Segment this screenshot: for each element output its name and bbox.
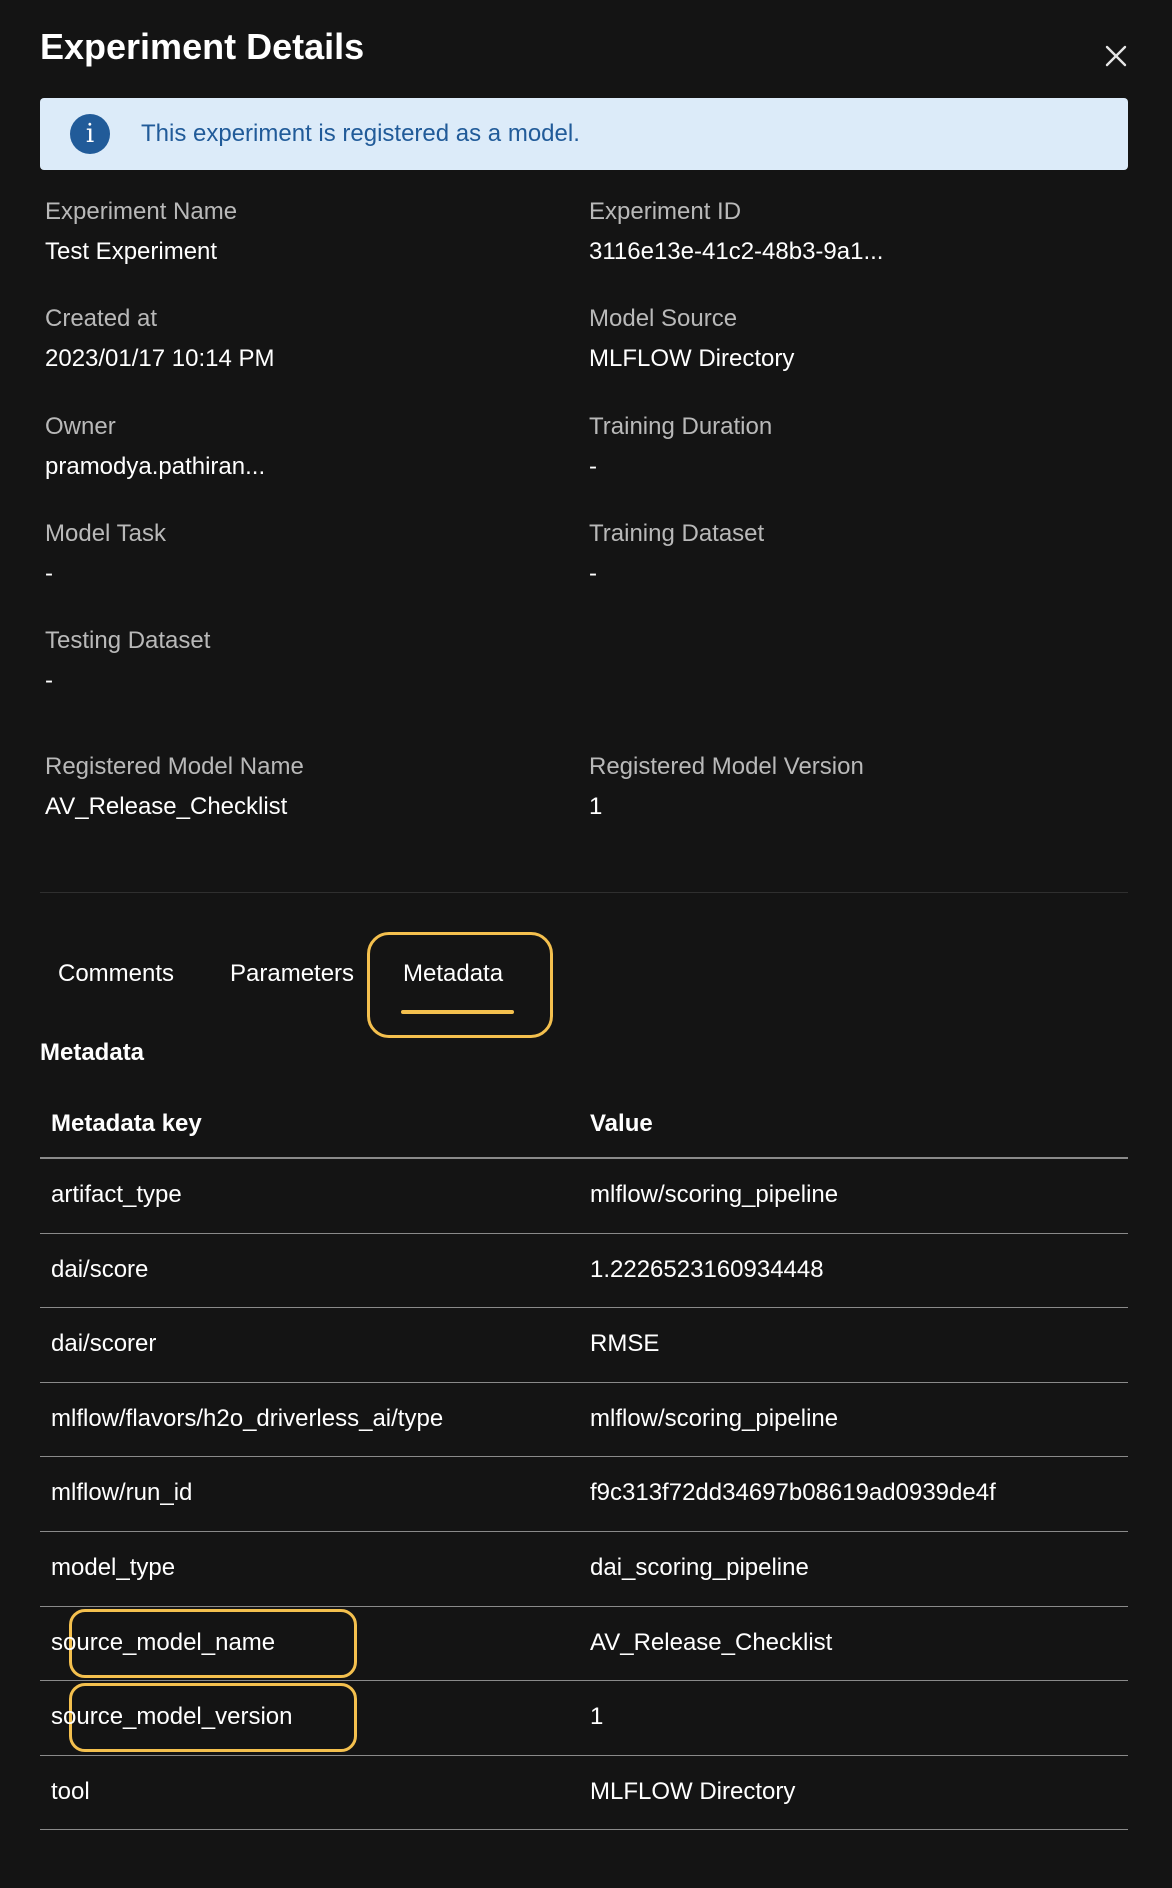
metadata-value-cell: 1 bbox=[590, 1703, 604, 1731]
model-source-label: Model Source bbox=[589, 305, 738, 332]
section-divider bbox=[40, 892, 1128, 893]
metadata-value-cell: AV_Release_Checklist bbox=[590, 1628, 833, 1656]
registered-model-version-value: 1 bbox=[589, 793, 603, 820]
metadata-table: Metadata key Value artifact_type mlflow/… bbox=[40, 1086, 1128, 1831]
training-dataset-value: - bbox=[589, 560, 597, 587]
registered-model-name-value: AV_Release_Checklist bbox=[45, 793, 288, 820]
metadata-value-cell: 1.2226523160934448 bbox=[590, 1255, 824, 1283]
metadata-value-cell: RMSE bbox=[590, 1330, 660, 1358]
testing-dataset-label: Testing Dataset bbox=[45, 627, 211, 654]
active-tab-indicator bbox=[401, 1010, 514, 1014]
metadata-key-cell: tool bbox=[51, 1777, 90, 1805]
table-row: tool MLFLOW Directory bbox=[40, 1756, 1128, 1831]
tab-comments[interactable]: Comments bbox=[58, 960, 174, 988]
table-row: model_type dai_scoring_pipeline bbox=[40, 1532, 1128, 1607]
owner-label: Owner bbox=[45, 413, 116, 440]
metadata-key-cell: source_model_name bbox=[51, 1628, 276, 1656]
metadata-key-cell: model_type bbox=[51, 1553, 176, 1581]
registered-model-version-label: Registered Model Version bbox=[589, 753, 864, 780]
table-row: dai/scorer RMSE bbox=[40, 1308, 1128, 1383]
created-at-value: 2023/01/17 10:14 PM bbox=[45, 345, 275, 372]
metadata-key-cell: dai/score bbox=[51, 1255, 149, 1283]
experiment-name-value: Test Experiment bbox=[45, 238, 218, 265]
training-duration-value: - bbox=[589, 453, 597, 480]
table-row: artifact_type mlflow/scoring_pipeline bbox=[40, 1159, 1128, 1234]
info-banner: i This experiment is registered as a mod… bbox=[40, 98, 1128, 170]
dialog-title: Experiment Details bbox=[40, 26, 365, 67]
experiment-name-label: Experiment Name bbox=[45, 198, 238, 225]
owner-value: pramodya.pathiran... bbox=[45, 453, 266, 480]
table-header-row: Metadata key Value bbox=[40, 1086, 1128, 1159]
metadata-section-title: Metadata bbox=[40, 1039, 145, 1066]
metadata-value-cell: MLFLOW Directory bbox=[590, 1777, 796, 1805]
tab-parameters[interactable]: Parameters bbox=[230, 960, 354, 988]
metadata-key-cell: source_model_version bbox=[51, 1703, 293, 1731]
info-icon: i bbox=[70, 114, 110, 154]
table-row: mlflow/flavors/h2o_driverless_ai/type ml… bbox=[40, 1383, 1128, 1458]
metadata-value-cell: mlflow/scoring_pipeline bbox=[590, 1181, 839, 1208]
metadata-value-cell: dai_scoring_pipeline bbox=[590, 1553, 809, 1581]
info-banner-text: This experiment is registered as a model… bbox=[141, 120, 580, 147]
training-duration-label: Training Duration bbox=[589, 413, 773, 440]
close-icon bbox=[1105, 45, 1127, 67]
metadata-value-cell: mlflow/scoring_pipeline bbox=[590, 1404, 839, 1432]
metadata-key-cell: dai/scorer bbox=[51, 1330, 157, 1358]
metadata-value-cell: f9c313f72dd34697b08619ad0939de4f bbox=[590, 1479, 996, 1507]
experiment-id-value: 3116e13e-41c2-48b3-9a1... bbox=[589, 238, 884, 265]
metadata-key-cell: artifact_type bbox=[51, 1181, 182, 1208]
tab-metadata[interactable]: Metadata bbox=[403, 960, 503, 988]
experiment-id-label: Experiment ID bbox=[589, 198, 742, 225]
column-header-value: Value bbox=[590, 1110, 653, 1137]
registered-model-name-label: Registered Model Name bbox=[45, 753, 304, 780]
experiment-details-panel: Experiment Details i This experiment is … bbox=[0, 0, 1172, 1888]
model-source-value: MLFLOW Directory bbox=[589, 345, 795, 372]
column-header-metadata-key: Metadata key bbox=[51, 1110, 202, 1137]
table-row: dai/score 1.2226523160934448 bbox=[40, 1234, 1128, 1309]
metadata-key-cell: mlflow/flavors/h2o_driverless_ai/type bbox=[51, 1404, 444, 1432]
metadata-key-cell: mlflow/run_id bbox=[51, 1479, 193, 1507]
testing-dataset-value: - bbox=[45, 667, 53, 694]
created-at-label: Created at bbox=[45, 305, 158, 332]
model-task-label: Model Task bbox=[45, 520, 166, 547]
table-row: source_model_version 1 bbox=[40, 1681, 1128, 1756]
training-dataset-label: Training Dataset bbox=[589, 520, 765, 547]
close-button[interactable] bbox=[1098, 38, 1134, 74]
table-row: source_model_name AV_Release_Checklist bbox=[40, 1607, 1128, 1682]
model-task-value: - bbox=[45, 560, 53, 587]
table-row: mlflow/run_id f9c313f72dd34697b08619ad09… bbox=[40, 1457, 1128, 1532]
